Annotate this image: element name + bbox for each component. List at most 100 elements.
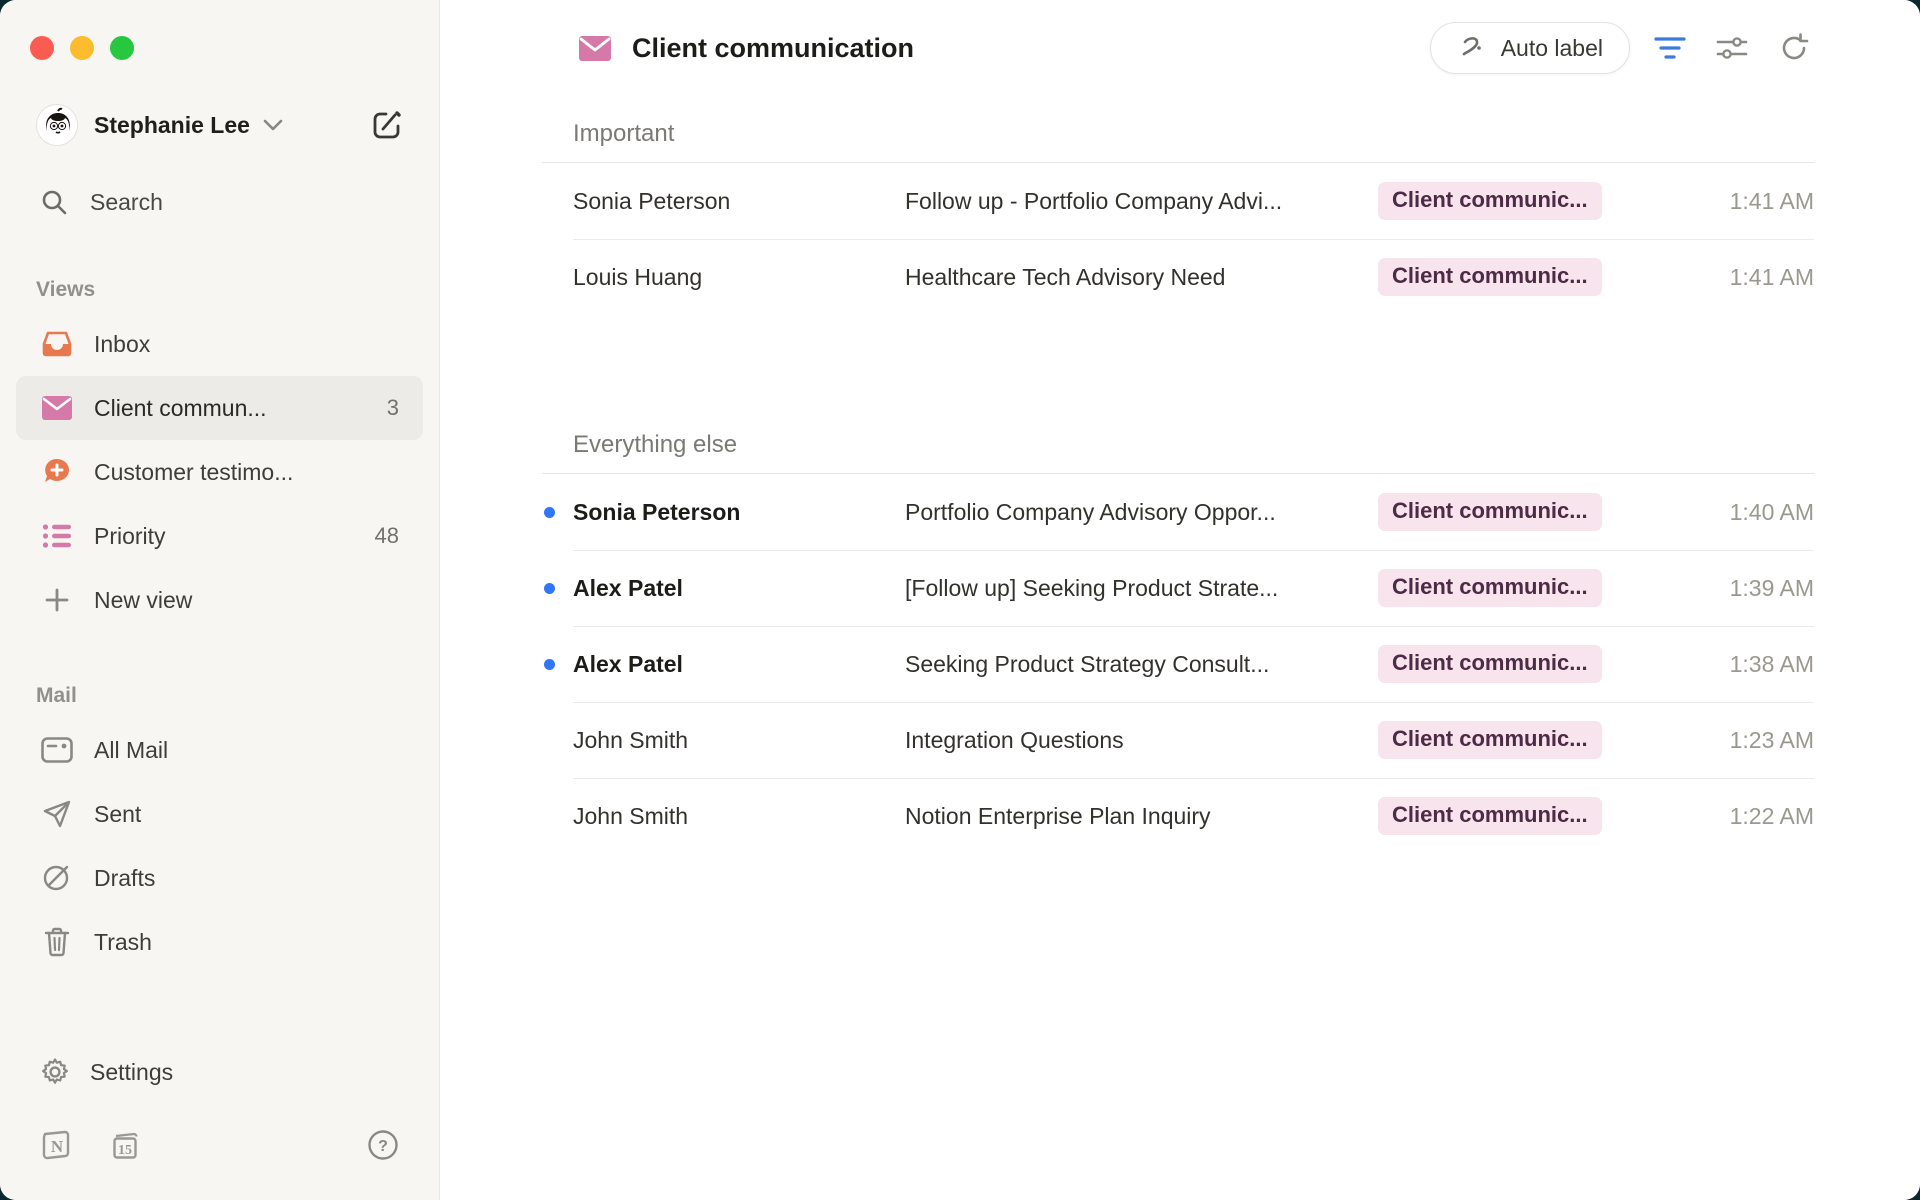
email-time: 1:39 AM [1602,575,1814,602]
email-row[interactable]: Alex Patel Seeking Product Strategy Cons… [542,626,1814,702]
search-label: Search [90,189,163,216]
email-row[interactable]: Louis Huang Healthcare Tech Advisory Nee… [542,239,1814,315]
search-icon [40,188,68,216]
sidebar-footer: N 15 ? [0,1104,439,1200]
email-subject: Seeking Product Strategy Consult... [905,651,1378,678]
email-time: 1:38 AM [1602,651,1814,678]
everything-else-section: Sonia Peterson Portfolio Company Advisor… [542,473,1814,854]
email-sender: Alex Patel [573,575,905,602]
chat-plus-icon [40,457,74,487]
minimize-window-button[interactable] [70,36,94,60]
email-row[interactable]: John Smith Integration Questions Client … [542,702,1814,778]
important-section: Sonia Peterson Follow up - Portfolio Com… [542,162,1814,315]
page-title: Client communication [632,33,914,64]
email-row[interactable]: Sonia Peterson Follow up - Portfolio Com… [542,163,1814,239]
sidebar-item-trash[interactable]: Trash [16,910,423,974]
draft-icon [40,863,74,893]
close-window-button[interactable] [30,36,54,60]
views-section-label: Views [0,268,439,312]
app-window: Stephanie Lee Search Views [0,0,1920,1200]
unread-dot [544,583,555,594]
sidebar-item-new-view[interactable]: New view [16,568,423,632]
search-button[interactable]: Search [0,178,439,226]
sidebar-item-label: Customer testimo... [94,459,293,486]
email-sender: Sonia Peterson [573,188,905,215]
refresh-icon[interactable] [1772,26,1816,70]
main-header: Client communication Auto label [440,0,1920,96]
window-controls [0,0,439,72]
avatar [36,104,78,146]
email-row[interactable]: Alex Patel [Follow up] Seeking Product S… [542,550,1814,626]
email-sender: Sonia Peterson [573,499,905,526]
email-label-badge[interactable]: Client communic... [1378,493,1602,531]
email-subject: Follow up - Portfolio Company Advi... [905,188,1378,215]
section-title-everything-else: Everything else [542,417,1814,459]
email-label-badge[interactable]: Client communic... [1378,258,1602,296]
svg-text:15: 15 [118,1143,132,1158]
send-icon [40,799,74,829]
email-label-badge[interactable]: Client communic... [1378,797,1602,835]
compose-button[interactable] [370,108,404,142]
sidebar-item-label: Trash [94,929,152,956]
sidebar-item-customer-testimonials[interactable]: Customer testimo... [16,440,423,504]
email-time: 1:22 AM [1602,803,1814,830]
auto-label-text: Auto label [1501,35,1603,62]
email-subject: Healthcare Tech Advisory Need [905,264,1378,291]
email-label-badge[interactable]: Client communic... [1378,721,1602,759]
unread-dot [544,507,555,518]
email-label-badge[interactable]: Client communic... [1378,182,1602,220]
mail-icon [40,737,74,763]
sidebar-item-all-mail[interactable]: All Mail [16,718,423,782]
sidebar-item-sent[interactable]: Sent [16,782,423,846]
sidebar: Stephanie Lee Search Views [0,0,440,1200]
email-list: Important Sonia Peterson Follow up - Por… [542,96,1814,854]
svg-text:?: ? [378,1138,388,1155]
calendar-icon[interactable]: 15 [108,1128,142,1162]
filter-icon[interactable] [1648,26,1692,70]
sidebar-item-label: Sent [94,801,141,828]
email-time: 1:41 AM [1602,188,1814,215]
settings-button[interactable]: Settings [0,1040,439,1104]
inbox-icon [40,330,74,358]
chevron-down-icon [262,118,284,132]
zoom-window-button[interactable] [110,36,134,60]
email-label-badge[interactable]: Client communic... [1378,645,1602,683]
settings-label: Settings [90,1059,173,1086]
sliders-icon[interactable] [1710,26,1754,70]
unread-count: 3 [387,395,399,421]
auto-label-icon [1457,33,1487,63]
email-time: 1:40 AM [1602,499,1814,526]
auto-label-button[interactable]: Auto label [1430,22,1630,74]
email-time: 1:41 AM [1602,264,1814,291]
account-switcher[interactable]: Stephanie Lee [0,101,439,149]
email-sender: Alex Patel [573,651,905,678]
email-subject: Integration Questions [905,727,1378,754]
email-row[interactable]: John Smith Notion Enterprise Plan Inquir… [542,778,1814,854]
sidebar-item-label: Drafts [94,865,155,892]
svg-text:N: N [51,1137,64,1156]
sidebar-item-label: All Mail [94,737,168,764]
main-panel: Client communication Auto label [440,0,1920,1200]
sidebar-item-priority[interactable]: Priority 48 [16,504,423,568]
sidebar-item-label: New view [94,587,192,614]
sidebar-item-label: Client commun... [94,395,267,422]
plus-icon [40,587,74,613]
sidebar-item-client-communication[interactable]: Client commun... 3 [16,376,423,440]
notion-logo[interactable]: N [40,1128,74,1162]
trash-icon [40,927,74,957]
envelope-icon [40,395,74,421]
sidebar-item-label: Inbox [94,331,150,358]
sidebar-item-label: Priority [94,523,166,550]
email-subject: [Follow up] Seeking Product Strate... [905,575,1378,602]
email-row[interactable]: Sonia Peterson Portfolio Company Advisor… [542,474,1814,550]
item-count: 48 [375,523,399,549]
sidebar-item-inbox[interactable]: Inbox [16,312,423,376]
sidebar-item-drafts[interactable]: Drafts [16,846,423,910]
email-sender: John Smith [573,803,905,830]
email-subject: Portfolio Company Advisory Oppor... [905,499,1378,526]
help-icon[interactable]: ? [367,1129,399,1161]
gear-icon [40,1057,70,1087]
email-label-badge[interactable]: Client communic... [1378,569,1602,607]
unread-dot [544,659,555,670]
mail-section-label: Mail [0,674,439,718]
